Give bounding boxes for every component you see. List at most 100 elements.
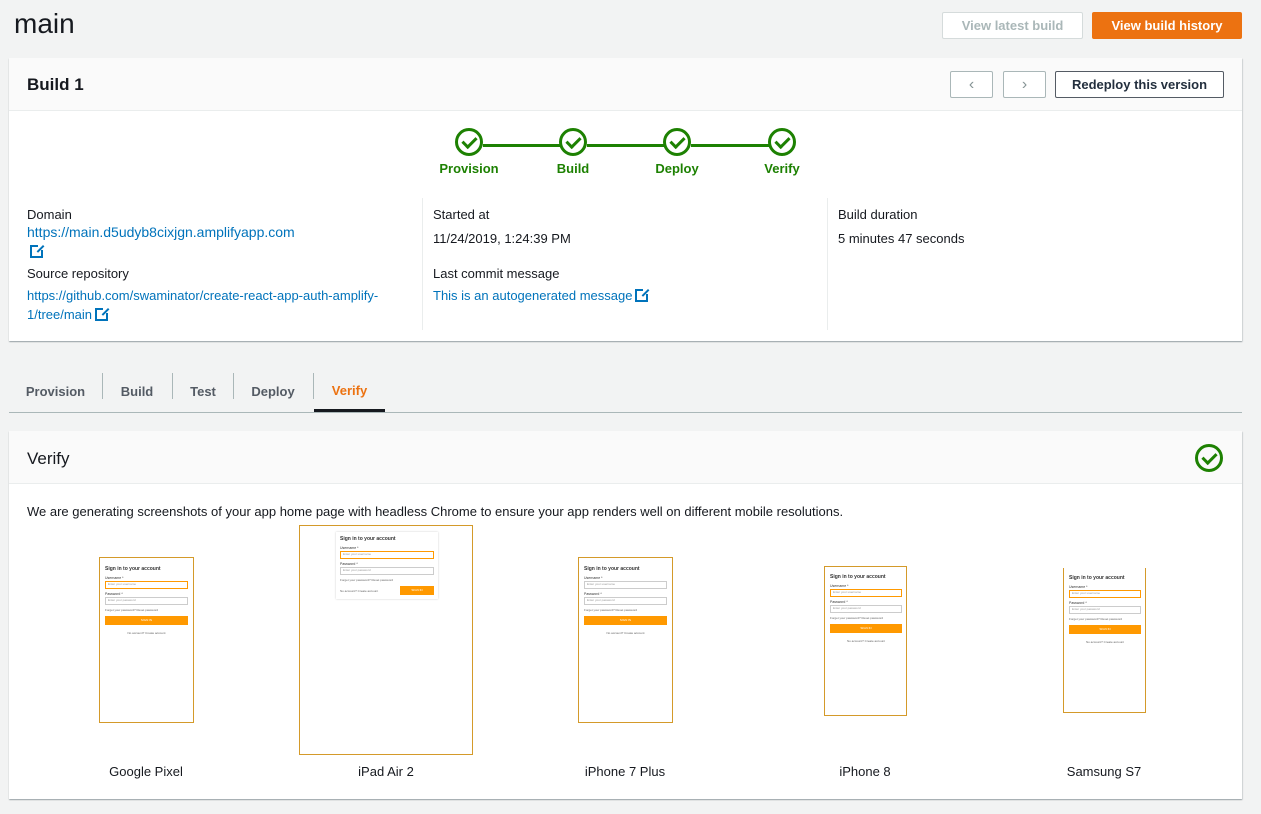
build-info-column-3: Build duration 5 minutes 47 seconds [827,198,1232,330]
commit-link-text[interactable]: This is an autogenerated message [433,288,632,303]
build-title: Build 1 [27,75,84,94]
mini-password-input: Enter your password [105,597,188,605]
mini-username-input: Enter your username [340,551,434,559]
device-screenshot-iphone-7-plus[interactable]: Sign in to your account Username * Enter… [578,557,673,723]
source-repository-link[interactable]: https://github.com/swaminator/create-rea… [27,286,417,324]
page-title: main [14,8,75,39]
mini-signin-form: Sign in to your account Username * Enter… [584,566,667,635]
build-card: Build 1 ‹ › Redeploy this version Provis… [9,58,1242,341]
mini-signin-button: SIGN IN [1069,625,1141,634]
mini-username-input: Enter your username [584,581,667,589]
mini-signin-button: SIGN IN [830,624,902,633]
mini-signin-form: Sign in to your account Username * Enter… [830,574,902,643]
redeploy-button[interactable]: Redeploy this version [1055,71,1224,98]
mini-forgot-text: Forget your password? Reset password [1069,617,1123,621]
mini-form-title: Sign in to your account [584,566,640,572]
mini-form-footer-row: No account? Create account SIGN IN [340,586,434,595]
mini-footer-text: No account? Create account [127,631,166,635]
verify-description: We are generating screenshots of your ap… [27,504,844,519]
device-screenshot-samsung-s7[interactable]: Sign in to your account Username * Enter… [1063,568,1146,713]
mini-forgot-text: Forget your password? Reset password [105,608,159,612]
mini-signin-form: Sign in to your account Username * Enter… [1069,575,1141,644]
mini-password-label: Password * [1069,601,1087,605]
mini-username-input: Enter your username [830,589,902,597]
build-duration-label: Build duration [838,207,918,222]
device-screenshot-google-pixel[interactable]: Sign in to your account Username * Enter… [99,557,194,723]
previous-build-button[interactable]: ‹ [950,71,993,98]
mini-signin-button: SIGN IN [400,586,434,595]
tab-build[interactable]: Build [103,371,171,411]
mini-form-title: Sign in to your account [830,574,886,580]
check-circle-icon [455,128,483,156]
verify-card-header: Verify [9,431,1242,484]
mini-form-title: Sign in to your account [105,566,161,572]
mini-forgot-text: Forget your password? Reset password [340,578,394,582]
mini-forgot-text: Forget your password? Reset password [584,608,638,612]
device-screenshot-iphone-8[interactable]: Sign in to your account Username * Enter… [824,566,907,716]
mini-signin-form: Sign in to your account Username * Enter… [336,532,438,599]
build-progress-stepper: Provision Build Deploy Verify [9,128,1242,188]
external-link-icon [635,287,651,302]
external-link-icon [95,306,111,321]
mini-password-label: Password * [584,592,602,596]
device-screenshot-ipad-air-2[interactable]: Sign in to your account Username * Enter… [299,525,473,755]
view-latest-build-button[interactable]: View latest build [942,12,1083,39]
mini-password-input: Enter your password [584,597,667,605]
mini-username-input: Enter your username [1069,590,1141,598]
mini-footer-text: No account? Create account [606,631,645,635]
mini-footer-text: No account? Create account [846,639,886,643]
device-label-ipad-air-2: iPad Air 2 [358,764,414,779]
tab-test[interactable]: Test [173,371,233,411]
mini-username-label: Username * [584,576,603,580]
check-circle-icon [1195,444,1223,472]
step-label: Provision [439,161,499,176]
verify-card: Verify We are generating screenshots of … [9,431,1242,799]
mini-password-input: Enter your password [340,567,434,575]
next-build-button[interactable]: › [1003,71,1046,98]
last-commit-label: Last commit message [433,266,560,281]
device-label-iphone-7-plus: iPhone 7 Plus [584,764,666,779]
check-circle-icon [663,128,691,156]
mini-forgot-text: Forget your password? Reset password [830,616,884,620]
mini-signin-form: Sign in to your account Username * Enter… [105,566,188,635]
chevron-right-icon: › [1021,75,1028,93]
step-label: Build [556,161,590,176]
device-label-iphone-8: iPhone 8 [839,764,891,779]
step-deploy: Deploy [637,128,717,176]
device-label-samsung-s7: Samsung S7 [1066,764,1142,779]
mini-form-title: Sign in to your account [340,536,396,542]
mini-signin-button: SIGN IN [105,616,188,625]
check-circle-icon [768,128,796,156]
view-build-history-button[interactable]: View build history [1092,12,1242,39]
source-repository-label: Source repository [27,266,129,281]
build-card-header: Build 1 ‹ › Redeploy this version [9,58,1242,111]
device-label-google-pixel: Google Pixel [109,764,183,779]
step-label: Verify [764,161,800,176]
started-at-value: 11/24/2019, 1:24:39 PM [433,231,571,246]
external-link-icon [30,243,45,258]
tab-verify[interactable]: Verify [314,371,385,412]
source-link-line2[interactable]: 1/tree/main [27,307,92,322]
tab-deploy[interactable]: Deploy [234,371,312,411]
mini-password-label: Password * [105,592,123,596]
build-info-column-1: Domain https://main.d5udyb8cixjgn.amplif… [27,198,422,330]
mini-username-label: Username * [105,576,124,580]
source-link-line1[interactable]: https://github.com/swaminator/create-rea… [27,288,378,303]
mini-footer-text: No account? Create account [340,588,379,593]
build-tabs: Provision Build Test Deploy Verify [9,371,1242,413]
domain-link[interactable]: https://main.d5udyb8cixjgn.amplifyapp.co… [27,223,407,261]
tab-provision[interactable]: Provision [14,371,97,411]
mini-username-label: Username * [340,546,359,550]
mini-password-label: Password * [830,600,848,604]
commit-message-link[interactable]: This is an autogenerated message [433,286,651,305]
step-label: Deploy [655,161,699,176]
step-build: Build [533,128,613,176]
mini-username-label: Username * [1069,585,1088,589]
verify-title: Verify [27,449,70,468]
mini-username-input: Enter your username [105,581,188,589]
mini-password-input: Enter your password [1069,606,1141,614]
domain-link-text[interactable]: https://main.d5udyb8cixjgn.amplifyapp.co… [27,224,295,240]
mini-footer-text: No account? Create account [1085,640,1125,644]
step-verify: Verify [742,128,822,176]
build-duration-value: 5 minutes 47 seconds [838,231,965,246]
